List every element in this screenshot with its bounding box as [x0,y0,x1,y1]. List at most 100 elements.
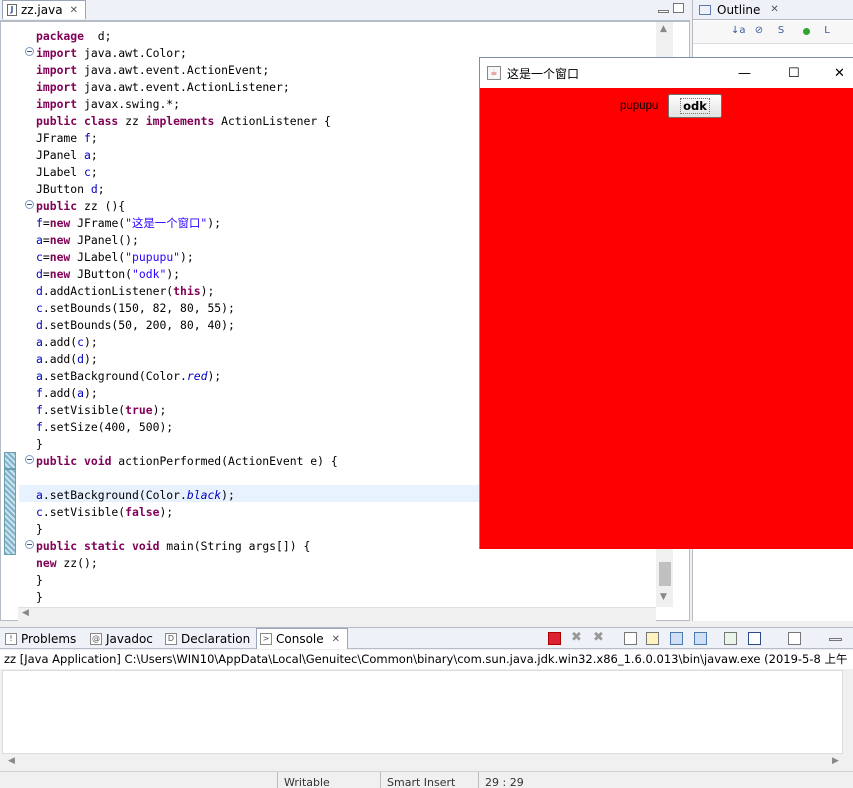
code-token: .addActionListener( [42,284,174,298]
pin-console-icon[interactable] [724,632,737,645]
minimize-icon[interactable]: — [738,66,751,81]
code-line[interactable] [36,470,338,487]
code-token: JFrame [36,131,85,145]
tab-console[interactable]: > Console ✕ [256,628,348,649]
code-line[interactable]: import javax.swing.*; [36,96,338,113]
fold-icon[interactable] [25,455,34,464]
code-token: c [77,335,85,349]
code-token: ); [84,352,98,366]
scrollbar-thumb[interactable] [659,562,671,586]
code-token: black [186,488,222,502]
code-token: .setVisible( [42,403,126,417]
outline-tab[interactable]: Outline ✕ [693,0,853,20]
problems-icon: ! [5,632,17,645]
maximize-icon[interactable]: ☐ [788,66,800,81]
code-line[interactable]: d=new JButton("odk"); [36,266,338,283]
code-line[interactable]: a.setBackground(Color.red); [36,368,338,385]
scroll-up-icon[interactable]: ▲ [660,24,667,34]
console-icon: > [260,633,272,645]
code-line[interactable]: new zz(); [36,555,338,572]
sort-alpha-icon[interactable]: ↓a [731,25,746,37]
hide-fields-icon[interactable]: ⊘ [753,25,765,37]
code-token: d [36,267,43,281]
code-line[interactable]: import java.awt.Color; [36,45,338,62]
code-line[interactable]: c.setBounds(150, 82, 80, 55); [36,300,338,317]
code-line[interactable]: } [36,436,338,453]
show-on-output-icon[interactable] [694,632,707,645]
odk-button[interactable]: odk [668,94,722,118]
code-line[interactable]: JFrame f; [36,130,338,147]
code-line[interactable]: public class zz implements ActionListene… [36,113,338,130]
display-console-icon[interactable] [748,632,761,645]
hide-local-types-icon[interactable]: L [821,25,833,37]
terminate-icon[interactable] [548,632,561,645]
fold-icon[interactable] [25,47,34,56]
editor-tab-zz-java[interactable]: J zz.java ✕ [2,0,86,19]
code-text[interactable]: package d; import java.awt.Color; import j… [36,28,338,606]
word-wrap-icon[interactable] [670,632,683,645]
code-line[interactable]: public void actionPerformed(ActionEvent … [36,453,338,470]
code-token: = [42,216,50,230]
console-horizontal-scrollbar[interactable]: ◀ ▶ [0,754,853,769]
clear-console-icon[interactable] [624,632,637,645]
remove-launch-icon[interactable]: ✖ [571,631,584,645]
minimize-icon[interactable] [658,10,669,13]
hide-static-icon[interactable]: S [775,25,787,37]
code-line[interactable]: a.add(d); [36,351,338,368]
code-line[interactable]: f=new JFrame("这是一个窗口"); [36,215,338,232]
code-line[interactable]: c.setVisible(false); [36,504,338,521]
fold-icon[interactable] [25,540,34,549]
fold-icon[interactable] [25,200,34,209]
code-token: } [36,573,43,587]
tab-problems[interactable]: ! Problems [2,628,84,649]
console-vertical-scrollbar[interactable] [843,670,853,754]
close-icon[interactable]: ✕ [834,66,845,81]
code-token: a [84,148,91,162]
tab-javadoc[interactable]: @ Javadoc [87,628,159,649]
code-line[interactable]: } [36,521,338,538]
scroll-left-icon[interactable]: ◀ [22,608,29,618]
code-line[interactable]: public zz (){ [36,198,338,215]
code-line[interactable]: JPanel a; [36,147,338,164]
code-line[interactable]: } [36,589,338,606]
scroll-lock-icon[interactable] [646,632,659,645]
code-token: ); [221,488,235,502]
hide-nonpublic-icon[interactable] [803,28,810,35]
code-token: f [36,386,43,400]
code-line[interactable]: public static void main(String args[]) { [36,538,338,555]
code-token: } [36,590,43,604]
code-token: "odk" [132,267,167,281]
code-token: import [36,80,78,94]
code-line[interactable]: f.add(a); [36,385,338,402]
code-line[interactable]: import java.awt.event.ActionEvent; [36,62,338,79]
code-line[interactable]: d.setBounds(50, 200, 80, 40); [36,317,338,334]
close-icon[interactable]: ✕ [70,5,78,16]
close-icon[interactable]: ✕ [332,634,340,645]
scroll-left-icon[interactable]: ◀ [8,756,15,766]
remove-all-icon[interactable]: ✖ [593,631,606,645]
code-line[interactable]: f.setVisible(true); [36,402,338,419]
code-token: import [36,46,78,60]
code-line[interactable]: } [36,572,338,589]
code-line[interactable]: package d; [36,28,338,45]
code-line[interactable]: JLabel c; [36,164,338,181]
code-line[interactable]: f.setSize(400, 500); [36,419,338,436]
maximize-icon[interactable] [673,3,684,13]
scroll-down-icon[interactable]: ▼ [660,592,667,602]
code-line[interactable]: a.add(c); [36,334,338,351]
open-console-icon[interactable] [788,632,801,645]
tab-declaration[interactable]: D Declaration [162,628,254,649]
console-output[interactable] [2,670,843,754]
outline-icon [699,4,711,15]
code-line[interactable]: c=new JLabel("pupupu"); [36,249,338,266]
code-line[interactable]: d.addActionListener(this); [36,283,338,300]
code-line[interactable]: a=new JPanel(); [36,232,338,249]
scroll-right-icon[interactable]: ▶ [832,756,839,766]
editor-horizontal-scrollbar[interactable]: ◀ [18,607,656,621]
code-line[interactable]: a.setBackground(Color.black); [36,487,338,504]
minimize-icon[interactable] [829,638,842,641]
code-line[interactable]: import java.awt.event.ActionListener; [36,79,338,96]
code-line[interactable]: JButton d; [36,181,338,198]
window-title-bar[interactable]: ☕ 这是一个窗口 — ☐ ✕ [480,58,853,88]
close-icon[interactable]: ✕ [770,4,778,15]
